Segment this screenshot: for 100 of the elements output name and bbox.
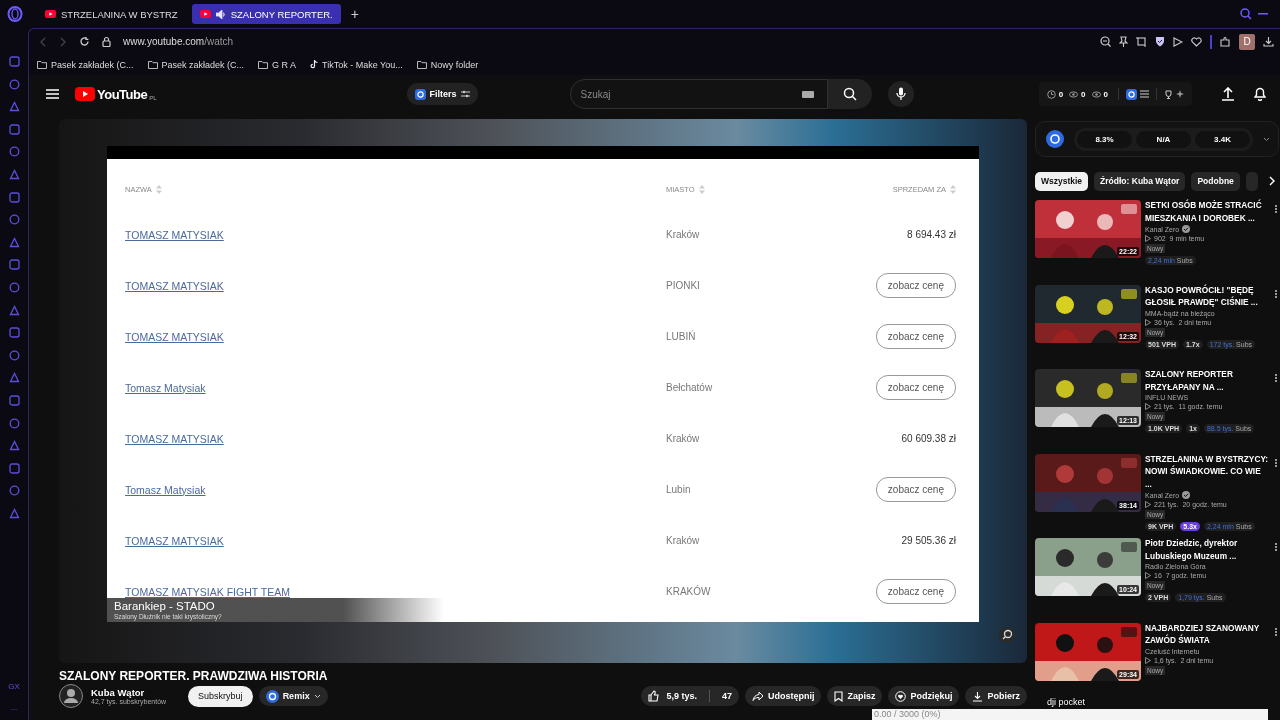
name-link[interactable]: Tomasz Matysiak xyxy=(125,483,666,496)
sidebar-label: GX xyxy=(8,682,20,692)
share-button[interactable]: Udostępnij xyxy=(744,686,822,706)
bookmark[interactable]: Pasek zakładek (C... xyxy=(37,59,134,70)
app-icon[interactable] xyxy=(8,462,20,474)
search-field[interactable]: Szukaj xyxy=(569,79,828,109)
name-link[interactable]: TOMASZ MATYSIAK xyxy=(125,330,666,343)
more-label[interactable]: ... xyxy=(10,703,18,712)
iq-logo-icon[interactable] xyxy=(1046,130,1064,148)
app-icon[interactable] xyxy=(8,236,20,248)
heart-icon[interactable] xyxy=(1191,36,1202,47)
pin-icon[interactable] xyxy=(1119,36,1128,47)
menu-icon[interactable] xyxy=(46,89,59,99)
channel-avatar[interactable] xyxy=(59,684,83,708)
microphone-button[interactable] xyxy=(887,81,914,107)
download-icon[interactable] xyxy=(1263,36,1274,47)
name-link[interactable]: TOMASZ MATYSIAK xyxy=(125,279,666,292)
video-title-link[interactable]: SZALONY REPORTER PRZYŁAPANY NA ... xyxy=(1145,368,1269,393)
send-icon[interactable] xyxy=(1173,36,1183,47)
download-button[interactable]: Pobierz xyxy=(965,686,1027,706)
dislike-count[interactable]: 47 xyxy=(721,691,732,701)
reload-icon[interactable] xyxy=(79,36,90,47)
bookmark[interactable]: G R A xyxy=(258,59,297,70)
app-icon[interactable] xyxy=(8,78,20,90)
app-icon[interactable] xyxy=(8,191,20,203)
new-tab-button[interactable]: + xyxy=(346,6,363,22)
filters-button[interactable]: Filters xyxy=(406,83,478,105)
address-field[interactable]: www.youtube.com/watch xyxy=(123,36,234,47)
app-icon[interactable] xyxy=(8,259,20,271)
like-dislike-control[interactable]: 5,9 tys. 47 xyxy=(641,686,739,706)
crop-icon[interactable] xyxy=(1136,36,1147,47)
video-title-link[interactable]: SETKI OSÓB MOŻE STRACIĆ MIESZKANIA I DOROBEK ... xyxy=(1145,199,1269,224)
save-button[interactable]: Zapisz xyxy=(827,686,883,706)
app-icon[interactable] xyxy=(8,417,20,429)
browser-tab[interactable]: STRZELANINA W BYSTRZ xyxy=(37,4,186,24)
see-price-button[interactable]: zobacz cenę xyxy=(875,477,956,502)
video-player[interactable] xyxy=(59,119,1027,663)
video-title-link[interactable]: STRZELANINA W BYSTRZYCY: NOWI ŚWIADKOWIE. CO WIE ... xyxy=(1145,452,1269,490)
search-button[interactable] xyxy=(827,79,872,109)
app-icon[interactable] xyxy=(8,146,20,158)
app-icon[interactable] xyxy=(8,168,20,180)
zoom-out-icon[interactable] xyxy=(1100,36,1111,47)
share-icon xyxy=(751,691,764,701)
see-price-button[interactable]: zobacz cenę xyxy=(875,375,956,400)
app-icon[interactable] xyxy=(8,304,20,316)
filter-chip[interactable]: Źródło: Kuba Wątor xyxy=(1094,171,1186,191)
video-title-link[interactable]: KASJO POWRÓCIŁ! "BĘDĘ GŁOSIŁ PRAWDĘ" CIŚNIE ... xyxy=(1145,283,1269,309)
app-icon[interactable] xyxy=(8,56,20,67)
name-link[interactable]: TOMASZ MATYSIAK xyxy=(125,534,666,547)
app-icon[interactable] xyxy=(8,123,20,135)
app-icon[interactable] xyxy=(8,349,20,361)
shield-icon[interactable] xyxy=(1155,36,1165,47)
app-icon[interactable] xyxy=(8,507,20,519)
bookmark[interactable]: Nowy folder xyxy=(416,59,479,70)
table-cell-text: LUBIŃ xyxy=(666,331,697,342)
chevron-right-icon[interactable] xyxy=(1269,176,1275,186)
app-icon[interactable] xyxy=(8,440,20,452)
keyboard-icon[interactable] xyxy=(801,90,814,98)
filter-chip[interactable]: Wszystkie xyxy=(1035,171,1089,191)
like-count[interactable]: 5,9 tys. xyxy=(666,691,697,701)
puzzle-icon[interactable] xyxy=(1220,36,1231,47)
stat-value: N/A xyxy=(1136,130,1191,148)
see-price-button[interactable]: zobacz cenę xyxy=(875,273,956,298)
list-icon[interactable] xyxy=(1140,90,1149,98)
iq-logo-icon[interactable] xyxy=(1126,88,1137,100)
app-icon[interactable] xyxy=(8,394,20,406)
upload-icon[interactable] xyxy=(1222,87,1234,101)
speaker-icon[interactable] xyxy=(215,9,226,19)
video-title-link[interactable]: NAJBARDZIEJ SZANOWANY ZAWÓD ŚWIATA xyxy=(1145,621,1269,647)
browser-tab[interactable]: SZALONY REPORTER. xyxy=(191,4,341,24)
bell-icon[interactable] xyxy=(1254,87,1266,101)
sparkle-icon[interactable] xyxy=(1176,90,1184,98)
chevron-down-icon[interactable] xyxy=(1263,136,1270,142)
thumbs-up-icon[interactable] xyxy=(648,690,661,702)
zoom-icon[interactable] xyxy=(999,627,1015,643)
remix-button[interactable]: Remix xyxy=(258,686,328,706)
app-icon[interactable] xyxy=(8,372,20,384)
app-icon[interactable] xyxy=(8,485,20,497)
app-icon[interactable] xyxy=(8,281,20,293)
channel-name[interactable]: Kuba Wątor xyxy=(91,687,167,698)
name-link[interactable]: TOMASZ MATYSIAK xyxy=(125,228,666,241)
thanks-button[interactable]: Podziękuj xyxy=(888,686,960,706)
app-icon[interactable] xyxy=(8,101,20,113)
table-cell-text: KRAKÓW xyxy=(666,586,712,597)
profile-avatar[interactable]: D xyxy=(1239,33,1255,50)
name-link[interactable]: TOMASZ MATYSIAK xyxy=(125,432,666,445)
app-icon[interactable] xyxy=(8,214,20,226)
see-price-button[interactable]: zobacz cenę xyxy=(875,579,956,604)
search-icon[interactable] xyxy=(1240,8,1252,20)
name-link[interactable]: TOMASZ MATYSIAK FIGHT TEAM xyxy=(125,585,666,598)
app-icon[interactable] xyxy=(8,327,20,339)
trophy-icon[interactable] xyxy=(1164,89,1173,99)
bookmark[interactable]: TikTok - Make You... xyxy=(310,59,403,70)
name-link[interactable]: Tomasz Matysiak xyxy=(125,381,666,394)
opera-logo-icon[interactable] xyxy=(7,6,23,22)
bookmark[interactable]: Pasek zakładek (C... xyxy=(147,59,245,70)
filter-chip[interactable]: Podobne xyxy=(1191,171,1240,191)
video-title-link[interactable]: Piotr Dziedzic, dyrektor Lubuskiego Muzeum ... xyxy=(1145,537,1269,562)
see-price-button[interactable]: zobacz cenę xyxy=(875,324,956,349)
subscribe-button[interactable]: Subskrybuj xyxy=(188,685,253,707)
